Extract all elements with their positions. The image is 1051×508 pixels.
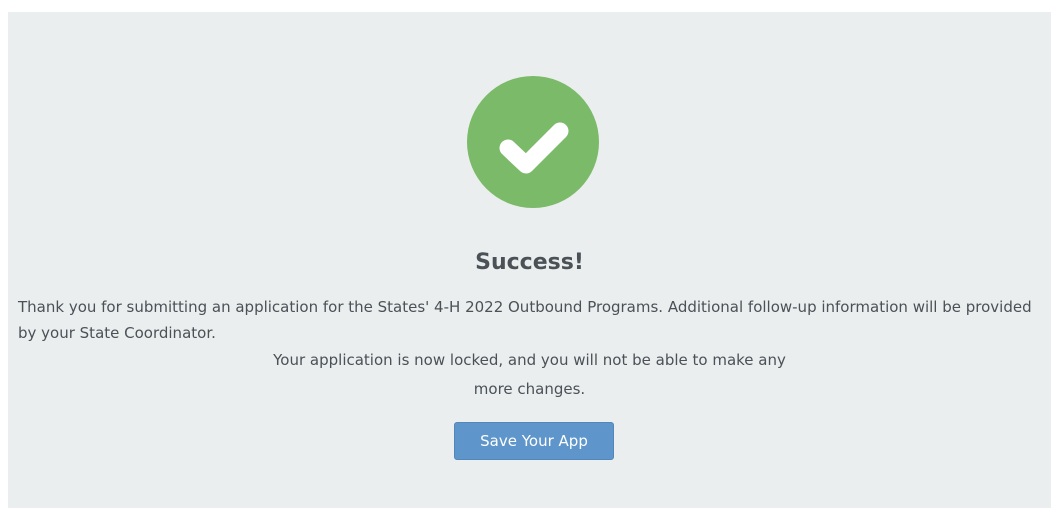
success-title: Success!	[475, 250, 584, 275]
success-panel: Success! Thank you for submitting an app…	[8, 12, 1051, 508]
locked-notice-line-1: Your application is now locked, and you …	[273, 351, 786, 369]
confirmation-message: Thank you for submitting an application …	[18, 298, 1032, 342]
save-your-app-button[interactable]: Save Your App	[454, 422, 614, 460]
check-circle-icon	[467, 76, 599, 208]
locked-notice-line-2: more changes.	[473, 380, 586, 398]
locked-notice: Your application is now locked, and you …	[8, 346, 1051, 404]
checkmark-icon	[499, 122, 569, 174]
